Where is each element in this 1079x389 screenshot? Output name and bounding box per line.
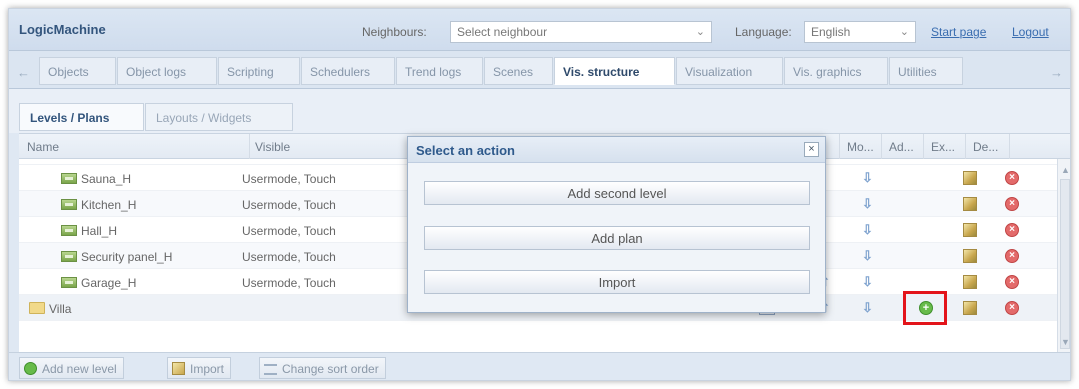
tab-visualization[interactable]: Visualization [676,57,783,85]
language-select[interactable]: English ⌄ [804,21,916,43]
add-second-level-button[interactable]: Add second level [424,181,810,205]
scroll-right-icon[interactable]: → [1050,65,1063,80]
import-icon [172,362,185,375]
add-level-label: Add new level [42,362,117,376]
column-delete[interactable]: De... [973,140,998,154]
tab-objects[interactable]: Objects [39,57,116,85]
tab-vis-graphics[interactable]: Vis. graphics [784,57,888,85]
column-divider [965,134,966,160]
sub-tabs: Levels / Plans Layouts / Widgets [9,89,1070,133]
row-name: Security panel_H [81,250,173,264]
export-icon[interactable] [963,301,977,315]
export-icon[interactable] [963,249,977,263]
sort-order-button[interactable]: Change sort order [259,357,386,379]
row-visible: Usermode, Touch [242,198,336,212]
move-down-icon[interactable]: ⇩ [862,197,876,211]
close-icon[interactable]: × [804,142,819,157]
export-icon[interactable] [963,275,977,289]
delete-icon[interactable]: × [1005,171,1019,185]
main-tabs: ← Objects Object logs Scripting Schedule… [9,51,1070,89]
row-visible: Usermode, Touch [242,276,336,290]
plan-icon [61,199,77,210]
delete-icon[interactable]: × [1005,223,1019,237]
vertical-scrollbar[interactable]: ▲ ▼ [1057,159,1070,352]
neighbours-label: Neighbours: [362,25,427,39]
row-name: Villa [49,302,72,316]
add-icon [24,362,37,375]
export-icon[interactable] [963,197,977,211]
top-header: LogicMachine Neighbours: Select neighbou… [9,9,1070,51]
tab-schedulers[interactable]: Schedulers [301,57,395,85]
dialog-header: Select an action × [408,137,825,163]
app-title: LogicMachine [19,22,106,37]
tab-utilities[interactable]: Utilities [889,57,963,85]
dialog-title: Select an action [416,143,515,158]
chevron-down-icon: ⌄ [899,26,909,38]
sort-order-label: Change sort order [282,362,379,376]
scroll-up-icon[interactable]: ▲ [1061,165,1070,175]
app-window: LogicMachine Neighbours: Select neighbou… [8,8,1071,381]
export-icon[interactable] [963,223,977,237]
start-page-link[interactable]: Start page [931,25,986,39]
scroll-down-icon[interactable]: ▼ [1061,337,1070,347]
row-visible: Usermode, Touch [242,172,336,186]
move-down-icon[interactable]: ⇩ [862,223,876,237]
highlight-box [903,291,947,325]
column-divider [1009,134,1010,160]
tab-scripting[interactable]: Scripting [218,57,300,85]
grid-toolbar: Add new level Import Change sort order [9,352,1070,380]
select-action-dialog: Select an action × Add second level Add … [407,136,826,313]
delete-icon[interactable]: × [1005,249,1019,263]
subtab-levels-plans[interactable]: Levels / Plans [19,103,144,131]
move-down-icon[interactable]: ⇩ [862,301,876,315]
language-value: English [811,25,851,39]
scroll-left-icon[interactable]: ← [17,65,30,80]
tab-scenes[interactable]: Scenes [484,57,553,85]
column-divider [839,134,840,160]
column-divider [881,134,882,160]
row-visible: Usermode, Touch [242,250,336,264]
add-level-button[interactable]: Add new level [19,357,124,379]
neighbours-value: Select neighbour [457,25,548,39]
column-name[interactable]: Name [27,140,59,154]
plan-icon [61,251,77,262]
export-icon[interactable] [963,171,977,185]
column-divider [249,134,250,160]
tab-vis-structure[interactable]: Vis. structure [554,57,675,85]
move-down-icon[interactable]: ⇩ [862,249,876,263]
move-down-icon[interactable]: ⇩ [862,275,876,289]
column-visible[interactable]: Visible [255,140,290,154]
import-button[interactable]: Import [167,357,232,379]
dialog-import-button[interactable]: Import [424,270,810,294]
neighbours-select[interactable]: Select neighbour ⌄ [450,21,712,43]
delete-icon[interactable]: × [1005,301,1019,315]
language-label: Language: [735,25,792,39]
delete-icon[interactable]: × [1005,197,1019,211]
row-name: Kitchen_H [81,198,137,212]
move-down-icon[interactable]: ⇩ [862,171,876,185]
column-divider [923,134,924,160]
plan-icon [61,173,77,184]
column-move[interactable]: Mo... [847,140,874,154]
row-name: Hall_H [81,224,118,238]
column-add[interactable]: Ad... [889,140,914,154]
import-label: Import [190,362,225,376]
add-plan-button[interactable]: Add plan [424,226,810,250]
row-name: Garage_H [81,276,137,290]
sort-icon [264,364,277,375]
delete-icon[interactable]: × [1005,275,1019,289]
tab-trend-logs[interactable]: Trend logs [396,57,483,85]
row-visible: Usermode, Touch [242,224,336,238]
plan-icon [61,225,77,236]
chevron-down-icon: ⌄ [695,26,705,38]
row-name: Sauna_H [81,172,132,186]
logout-link[interactable]: Logout [1012,25,1049,39]
scroll-thumb[interactable] [1060,179,1070,349]
tab-object-logs[interactable]: Object logs [117,57,217,85]
column-export[interactable]: Ex... [931,140,955,154]
plan-icon [61,277,77,288]
folder-icon [29,302,45,314]
subtab-layouts-widgets[interactable]: Layouts / Widgets [145,103,293,131]
